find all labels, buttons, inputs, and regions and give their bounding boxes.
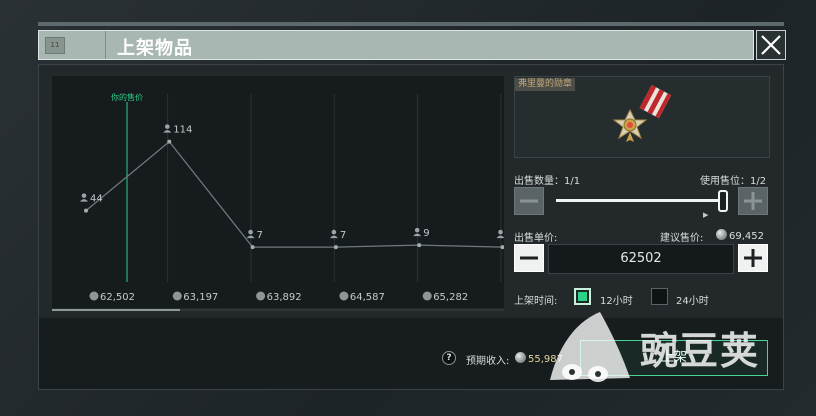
expected-income-value: 55,987 <box>515 352 563 365</box>
price-distribution-chart[interactable]: 你的售价 44 114 7 7 9 62,502 63,197 63,892 64,587 65,2… <box>52 76 505 308</box>
person-icon <box>81 193 87 198</box>
data-label: 7 <box>340 230 346 241</box>
duration-12h-label: 12小时 <box>600 296 633 307</box>
medal-icon <box>612 84 672 142</box>
person-icon <box>413 233 422 237</box>
price-increase-button[interactable] <box>738 244 768 272</box>
person-icon <box>498 229 503 235</box>
data-point <box>333 245 338 250</box>
duration-24h-radio[interactable] <box>651 288 668 305</box>
person-icon <box>165 124 170 129</box>
help-icon[interactable]: ? <box>442 351 456 365</box>
title-bar: 11 上架物品 <box>38 30 754 60</box>
coin-icon <box>89 291 99 301</box>
close-icon <box>761 35 781 55</box>
your-price-marker-label: 你的售价 <box>111 92 143 102</box>
slots-used-label: 使用售位：1/2 <box>700 176 767 187</box>
data-point <box>84 208 88 213</box>
expected-income-text: 55,987 <box>528 354 563 365</box>
chart-svg: 你的售价 44 114 7 7 9 62,502 63,197 63,892 64,587 65,2… <box>80 92 505 303</box>
coin-icon <box>339 291 349 301</box>
quantity-increase-button[interactable] <box>738 187 768 215</box>
coin-icon <box>256 291 266 301</box>
coin-icon <box>422 291 432 301</box>
quantity-decrease-button[interactable] <box>514 187 544 215</box>
minus-icon <box>520 256 538 260</box>
expected-income-label: 预期收入: <box>466 356 510 367</box>
suggested-price-value: 69,452 <box>716 229 764 242</box>
sell-quantity-label: 出售数量：1/1 <box>514 176 581 187</box>
person-icon <box>80 199 88 202</box>
data-label: 7 <box>257 230 263 241</box>
data-point <box>417 243 422 248</box>
x-tick-label: 63,197 <box>183 292 218 303</box>
x-tick-label: 63,892 <box>267 292 302 303</box>
coin-icon <box>172 291 182 301</box>
person-icon <box>246 235 255 239</box>
x-tick-label: 64,587 <box>350 292 385 303</box>
data-label: 44 <box>90 194 103 205</box>
chart-scrollbar[interactable] <box>52 309 180 311</box>
x-tick-label: 62,502 <box>100 292 135 303</box>
data-point <box>167 139 172 144</box>
data-label: 9 <box>423 228 429 239</box>
plus-icon <box>744 192 762 210</box>
person-icon <box>329 235 338 239</box>
data-point <box>250 245 255 250</box>
price-decrease-button[interactable] <box>514 244 544 272</box>
item-name-tag: 弗里曼的勋章 <box>515 78 576 91</box>
duration-24h-label: 24小时 <box>676 296 709 307</box>
window-title: 上架物品 <box>117 38 193 59</box>
series-line <box>85 140 503 248</box>
close-button[interactable] <box>756 30 786 60</box>
unit-price-label: 出售单价: <box>514 233 558 244</box>
price-input[interactable]: 62502 <box>548 244 734 274</box>
person-icon <box>414 227 420 233</box>
drag-grip-icon[interactable]: 11 <box>45 37 65 54</box>
quantity-slider-handle[interactable] <box>718 190 728 212</box>
person-icon <box>248 229 253 235</box>
person-icon <box>496 235 505 239</box>
duration-12h-radio[interactable] <box>574 288 591 305</box>
window-top-strip <box>38 22 784 26</box>
watermark-text: 豌豆荚 <box>640 329 761 373</box>
x-tick-label: 65,282 <box>433 292 468 303</box>
listing-duration-label: 上架时间: <box>514 296 558 307</box>
coin-icon <box>515 352 526 363</box>
coin-icon <box>716 229 727 240</box>
person-icon <box>331 229 337 235</box>
pointer-cursor-icon: ▶ <box>703 211 709 219</box>
title-divider <box>105 31 106 59</box>
person-icon <box>163 130 172 133</box>
suggested-price-text: 69,452 <box>729 231 764 242</box>
quantity-slider-track[interactable] <box>556 199 722 202</box>
plus-icon <box>744 249 762 267</box>
minus-icon <box>520 199 538 203</box>
suggested-price-label: 建议售价: <box>660 233 704 244</box>
data-label: 114 <box>173 125 192 136</box>
